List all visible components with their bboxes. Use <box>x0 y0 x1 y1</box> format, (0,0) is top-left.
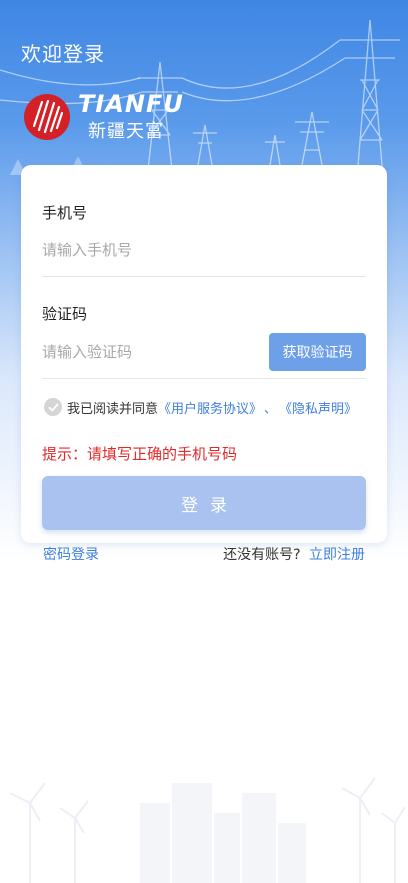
password-login-link[interactable]: 密码登录 <box>43 544 99 564</box>
code-input[interactable] <box>42 338 262 366</box>
tianfu-logo-icon <box>24 94 70 140</box>
user-agreement-link[interactable]: 《用户服务协议》 <box>158 398 262 417</box>
login-card: 手机号 验证码 获取验证码 我已阅读并同意 《用户服务协议》 、 《隐私声明》 … <box>21 165 387 543</box>
privacy-link[interactable]: 《隐私声明》 <box>279 398 357 417</box>
register-row: 还没有账号? 立即注册 <box>223 544 365 564</box>
city-skyline-decoration <box>9 777 406 883</box>
agreement-separator: 、 <box>264 401 278 417</box>
error-hint: 提示：请填写正确的手机号码 <box>42 445 238 463</box>
get-code-button[interactable]: 获取验证码 <box>269 333 366 371</box>
company-logo: TIANFU 新疆天富 <box>22 90 192 146</box>
agreement-prefix: 我已阅读并同意 <box>67 401 159 417</box>
phone-input[interactable] <box>42 236 366 264</box>
no-account-text: 还没有账号? <box>223 547 301 563</box>
agreement-checkbox-icon[interactable] <box>44 398 62 416</box>
logo-text-cn: 新疆天富 <box>88 121 164 142</box>
register-link[interactable]: 立即注册 <box>309 547 365 563</box>
logo-text-en: TIANFU <box>78 90 184 118</box>
page-title: 欢迎登录 <box>21 42 105 66</box>
login-button[interactable]: 登录 <box>42 476 366 530</box>
code-divider <box>42 378 366 379</box>
code-label: 验证码 <box>42 305 88 323</box>
agreement-row: 我已阅读并同意 《用户服务协议》 、 《隐私声明》 <box>44 397 357 417</box>
phone-divider <box>42 276 366 277</box>
phone-label: 手机号 <box>42 204 88 222</box>
